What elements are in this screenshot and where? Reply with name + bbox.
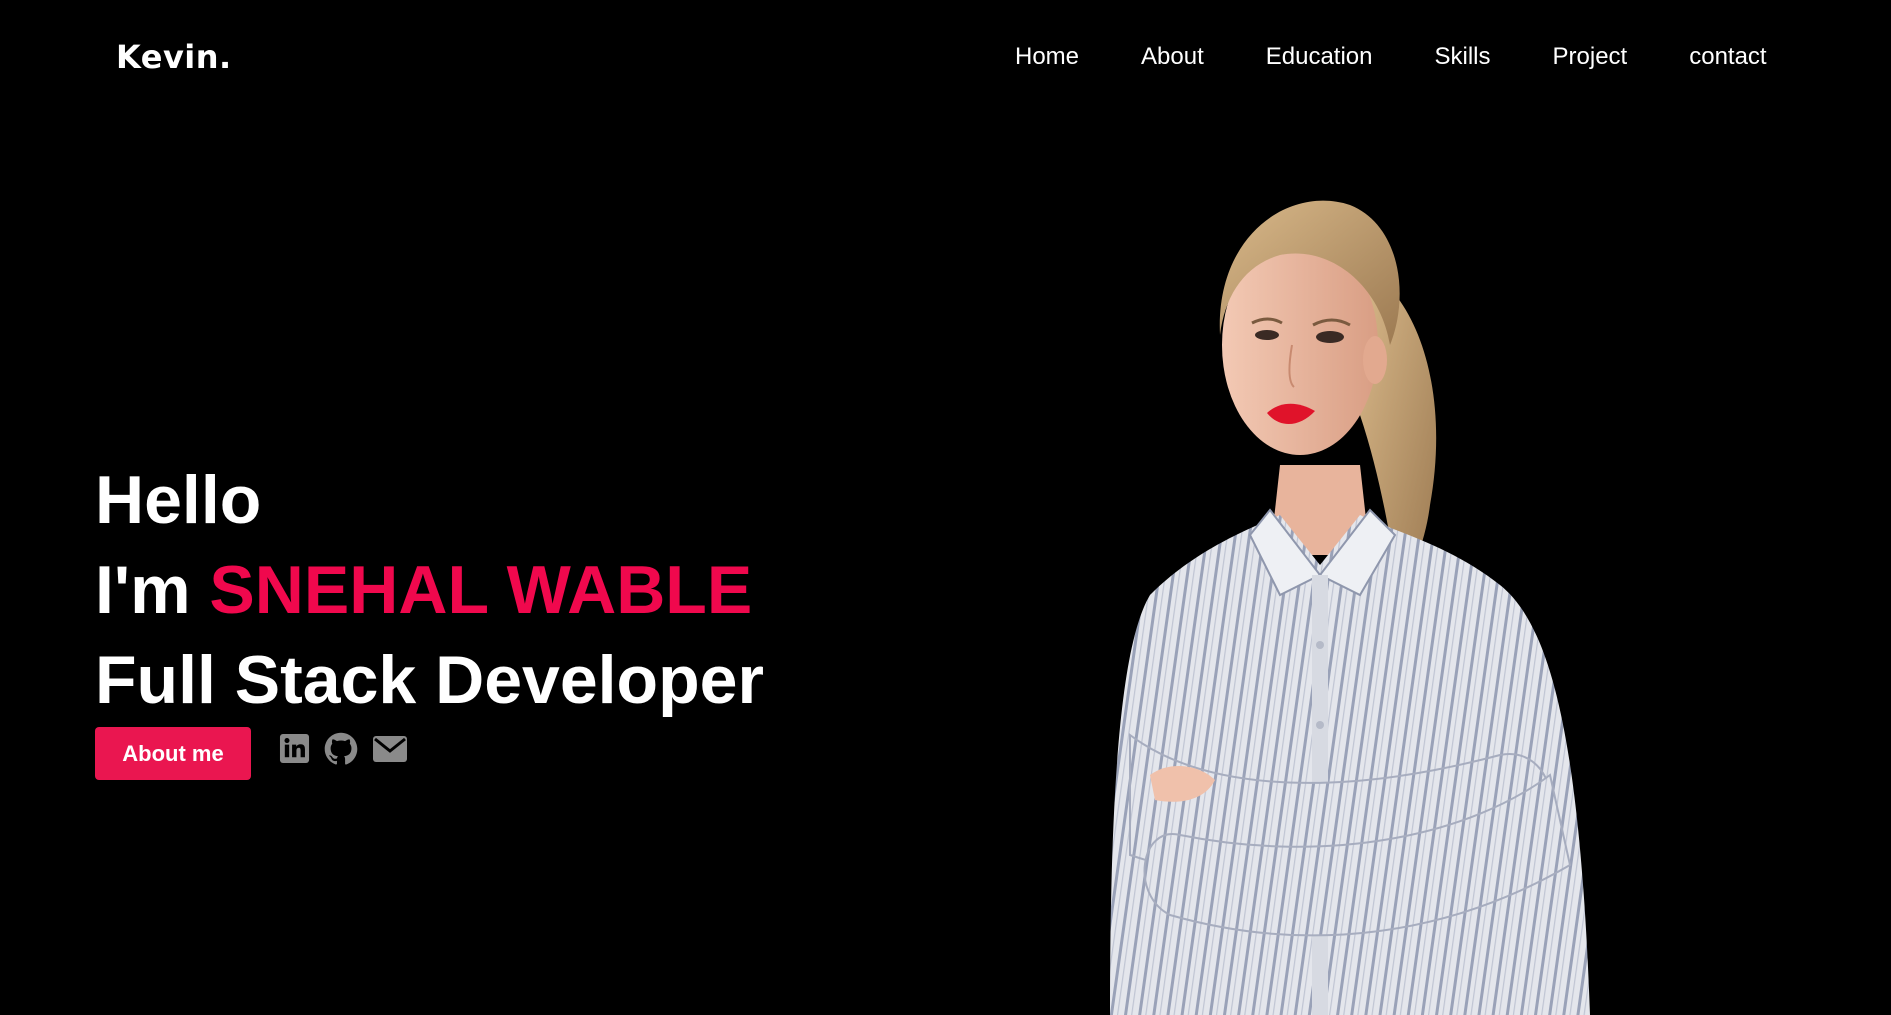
envelope-icon[interactable] — [372, 734, 408, 764]
logo[interactable]: Kevin. — [116, 38, 232, 76]
hero-actions: About me — [95, 727, 408, 780]
main-nav: Home About Education Skills Project cont… — [1015, 43, 1767, 71]
linkedin-icon[interactable] — [279, 733, 310, 764]
portrait-photo — [1110, 200, 1590, 1015]
nav-education[interactable]: Education — [1266, 43, 1373, 71]
nav-project[interactable]: Project — [1553, 43, 1628, 71]
hero-intro: I'm SNEHAL WABLE — [95, 545, 764, 635]
hero-greeting: Hello — [95, 462, 262, 538]
github-icon[interactable] — [324, 732, 358, 766]
nav-contact[interactable]: contact — [1689, 43, 1766, 71]
hero-name: SNEHAL WABLE — [209, 552, 753, 628]
hero-text: Hello I'm SNEHAL WABLE Full Stack Develo… — [95, 455, 764, 725]
nav-home[interactable]: Home — [1015, 43, 1079, 71]
nav-skills[interactable]: Skills — [1435, 43, 1491, 71]
about-me-button[interactable]: About me — [95, 727, 251, 780]
social-links — [279, 732, 408, 766]
hero-intro-prefix: I'm — [95, 552, 210, 628]
hero-role: Full Stack Developer — [95, 642, 764, 718]
nav-about[interactable]: About — [1141, 43, 1204, 71]
